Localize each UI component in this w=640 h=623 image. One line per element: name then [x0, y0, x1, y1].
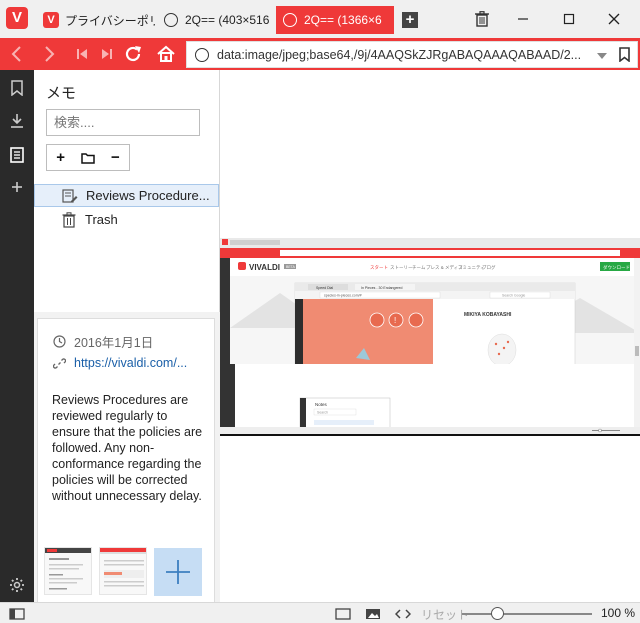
fast-forward-button[interactable] — [95, 42, 119, 66]
globe-icon — [195, 47, 209, 62]
clock-icon — [52, 335, 66, 349]
note-detail: 2016年1月1日 https://vivaldi.com/... Review… — [37, 318, 215, 602]
maximize-button[interactable] — [558, 8, 580, 30]
add-attachment-button[interactable] — [154, 548, 202, 596]
image-toggle-icon[interactable] — [365, 607, 381, 620]
preview-brand: VIVALDI — [249, 263, 280, 272]
rewind-button[interactable] — [70, 42, 94, 66]
attachment-thumbnail-1[interactable] — [44, 547, 92, 595]
zoom-slider-thumb[interactable] — [490, 607, 504, 620]
add-note-button[interactable]: + — [47, 145, 74, 170]
notes-title: メモ — [46, 85, 77, 102]
note-date: 2016年1月1日 — [74, 336, 154, 350]
bookmark-icon[interactable] — [619, 47, 630, 65]
trash-icon[interactable] — [471, 8, 493, 30]
reload-button[interactable] — [121, 42, 145, 66]
delete-note-button[interactable]: − — [102, 145, 129, 170]
page-actions-icon[interactable] — [395, 607, 411, 620]
vivaldi-menu-button[interactable]: V — [6, 7, 28, 29]
svg-text:!: ! — [394, 316, 396, 325]
close-window-button[interactable] — [603, 8, 625, 30]
navigation-bar: data:image/jpeg;base64,/9j/4AAQSkZJRgABA… — [0, 38, 640, 70]
tile-window-icon[interactable] — [335, 607, 351, 620]
preview-notes-title: Notes — [315, 402, 328, 407]
preview-nav-team: チーム — [412, 265, 426, 270]
note-body[interactable]: Reviews Procedures are reviewed regularl… — [52, 392, 206, 504]
tab-label: プライバシーポリシ — [65, 13, 155, 28]
tab-image-1366[interactable]: 2Q== (1366×6 — [276, 6, 394, 34]
preview-nav-start: スタート — [370, 264, 388, 271]
screenshot-image: VIVALDI BETA スタート ストーリー チーム プレス & メディア コ… — [220, 238, 640, 436]
notes-toolbar: + − — [46, 144, 130, 171]
note-label: Reviews Procedure... — [86, 188, 210, 203]
note-link[interactable]: https://vivaldi.com/... — [74, 356, 187, 370]
status-bar: リセット 100 % — [0, 602, 640, 623]
back-button[interactable] — [4, 42, 28, 66]
link-icon — [52, 356, 66, 370]
new-tab-button[interactable]: + — [402, 12, 418, 28]
panel-switcher — [0, 70, 34, 602]
preview-nav-story: ストーリー — [390, 265, 413, 270]
preview-cta: ダウンロード — [603, 264, 630, 271]
tab-privacy-policy[interactable]: V プライバシーポリシ — [37, 6, 155, 34]
page-content: VIVALDI BETA スタート ストーリー チーム プレス & メディア コ… — [220, 70, 640, 602]
tab-image-403[interactable]: 2Q== (403×516 — [157, 6, 273, 34]
globe-icon — [163, 12, 179, 28]
globe-icon — [282, 12, 298, 28]
settings-gear-icon[interactable] — [7, 575, 27, 595]
notes-panel-icon[interactable] — [7, 145, 27, 165]
preview-inner-url: species-in-pieces.com/# — [324, 294, 362, 298]
bookmarks-panel-icon[interactable] — [7, 78, 27, 98]
preview-inner-search: Search Google — [502, 294, 525, 298]
note-label: Trash — [85, 212, 118, 227]
preview-author: MIKIYA KOBAYASHI — [464, 312, 512, 318]
preview-inner-tab: Speed Dial — [316, 286, 333, 290]
notes-panel: メモ + − Reviews Procedure... Trash 2016年1… — [34, 70, 220, 602]
vivaldi-icon: V — [43, 12, 59, 28]
attachment-thumbnail-2[interactable] — [99, 547, 147, 595]
preview-nav-blog: ブログ — [482, 264, 496, 271]
notes-search-input[interactable] — [46, 109, 200, 136]
add-folder-button[interactable] — [74, 145, 101, 170]
folder-icon — [81, 152, 95, 164]
address-bar[interactable]: data:image/jpeg;base64,/9j/4AAQSkZJRgABA… — [186, 41, 638, 68]
add-web-panel-icon[interactable] — [7, 177, 27, 197]
minimize-button[interactable] — [512, 8, 534, 30]
tab-bar: V V プライバシーポリシ 2Q== (403×516 2Q== (1366×6… — [0, 0, 640, 38]
plus-icon: + — [402, 12, 418, 28]
dropdown-arrow-icon[interactable] — [597, 49, 607, 63]
zoom-level: 100 % — [601, 606, 636, 620]
toggle-panel-icon[interactable] — [9, 607, 25, 620]
address-url[interactable]: data:image/jpeg;base64,/9j/4AAQSkZJRgABA… — [217, 48, 602, 62]
note-item-reviews-procedure[interactable]: Reviews Procedure... — [34, 184, 219, 207]
plus-icon — [166, 560, 190, 584]
note-item-trash[interactable]: Trash — [34, 208, 219, 231]
preview-notes-search: Search — [317, 411, 328, 415]
zoom-slider[interactable] — [462, 613, 592, 615]
forward-button[interactable] — [38, 42, 62, 66]
home-button[interactable] — [154, 42, 178, 66]
preview-badge: BETA — [286, 265, 296, 269]
note-link-row: https://vivaldi.com/... — [52, 356, 187, 370]
note-date-row: 2016年1月1日 — [52, 332, 153, 351]
preview-inner-tab2: In Pieces - 30 Endangered — [361, 286, 402, 290]
trash-icon — [61, 211, 77, 228]
tab-label: 2Q== (403×516 — [185, 13, 270, 27]
downloads-panel-icon[interactable] — [7, 111, 27, 131]
tab-label: 2Q== (1366×6 — [304, 13, 382, 27]
note-icon — [62, 188, 78, 204]
